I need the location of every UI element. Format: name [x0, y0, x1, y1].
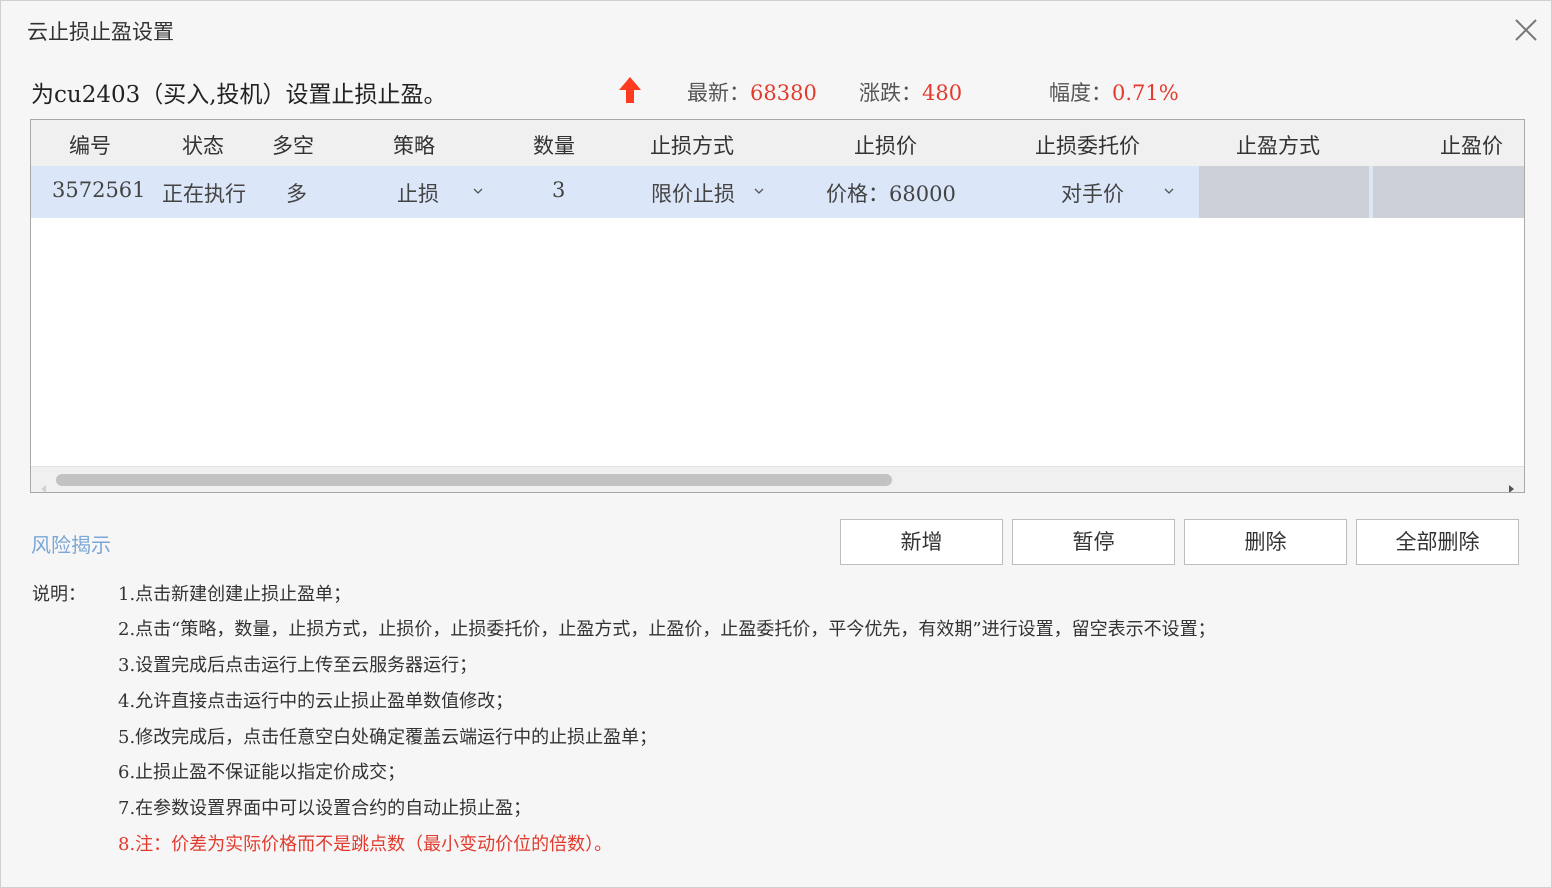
- column-header-direction[interactable]: 多空: [272, 130, 314, 160]
- latest-price: 最新：68380: [687, 77, 817, 107]
- cell-direction: 多: [286, 182, 307, 206]
- risk-disclosure-link[interactable]: 风险揭示: [31, 529, 111, 558]
- chevron-down-icon[interactable]: [1163, 186, 1175, 196]
- tp-price-cell[interactable]: [1373, 166, 1524, 218]
- price-change: 涨跌：480: [859, 77, 962, 107]
- column-header-status[interactable]: 状态: [182, 130, 224, 160]
- strategy-select[interactable]: 止损: [397, 178, 439, 208]
- stop-loss-dialog: 云止损止盈设置 为cu2403（买入,投机）设置止损止盈。 最新：68380 涨…: [0, 0, 1552, 888]
- dialog-title: 云止损止盈设置: [27, 20, 174, 44]
- scroll-right-icon[interactable]: [1508, 475, 1516, 492]
- note-item: 1.点击新建创建止损止盈单；: [118, 584, 352, 605]
- note-item: 5.修改完成后，点击任意空白处确定覆盖云端运行中的止损止盈单；: [118, 727, 658, 748]
- contract-description: 为cu2403（买入,投机）设置止损止盈。: [31, 82, 447, 108]
- delete-all-button[interactable]: 全部删除: [1356, 519, 1519, 565]
- table-row[interactable]: 3572561 正在执行 多 止损 3 限价止损 价格：68000 对手价: [31, 166, 1524, 218]
- price-range: 幅度：0.71%: [1049, 77, 1179, 107]
- scrollbar-thumb[interactable]: [56, 474, 892, 486]
- latest-value: 68380: [750, 81, 817, 105]
- range-label: 幅度：: [1049, 81, 1112, 105]
- note-item-warning: 8.注：价差为实际价格而不是跳点数（最小变动价位的倍数）。: [118, 834, 613, 855]
- delete-button[interactable]: 删除: [1184, 519, 1347, 565]
- horizontal-scrollbar[interactable]: [31, 466, 1524, 492]
- quantity-field[interactable]: 3: [552, 178, 565, 202]
- add-button[interactable]: 新增: [840, 519, 1003, 565]
- column-header-id[interactable]: 编号: [69, 130, 111, 160]
- sl-price-field[interactable]: 价格：68000: [826, 178, 956, 208]
- cell-id: 3572561: [52, 178, 146, 202]
- notes-label: 说明：: [32, 584, 86, 605]
- column-header-sl-price[interactable]: 止损价: [854, 130, 917, 160]
- sl-method-select[interactable]: 限价止损: [651, 178, 735, 208]
- note-item: 6.止损止盈不保证能以指定价成交；: [118, 762, 406, 783]
- chevron-down-icon[interactable]: [753, 186, 765, 196]
- up-arrow-icon: [617, 75, 643, 105]
- column-header-strategy[interactable]: 策略: [393, 130, 435, 160]
- orders-table: 编号 状态 多空 策略 数量 止损方式 止损价 止损委托价 止盈方式 止盈价 3…: [30, 119, 1525, 493]
- range-value: 0.71%: [1112, 81, 1179, 105]
- note-item: 3.设置完成后点击运行上传至云服务器运行；: [118, 655, 478, 676]
- column-header-tp-method[interactable]: 止盈方式: [1236, 130, 1320, 160]
- change-label: 涨跌：: [859, 81, 922, 105]
- column-header-quantity[interactable]: 数量: [533, 130, 575, 160]
- latest-label: 最新：: [687, 81, 750, 105]
- note-item: 7.在参数设置界面中可以设置合约的自动止损止盈；: [118, 798, 532, 819]
- column-header-tp-price[interactable]: 止盈价: [1440, 130, 1503, 160]
- scroll-left-icon[interactable]: [39, 475, 47, 492]
- close-icon[interactable]: [1513, 17, 1539, 43]
- chevron-down-icon[interactable]: [472, 186, 484, 196]
- tp-method-cell[interactable]: [1199, 166, 1369, 218]
- table-header: 编号 状态 多空 策略 数量 止损方式 止损价 止损委托价 止盈方式 止盈价: [31, 120, 1524, 166]
- column-header-sl-method[interactable]: 止损方式: [650, 130, 734, 160]
- cell-status: 正在执行: [162, 182, 246, 206]
- sl-order-price-select[interactable]: 对手价: [1061, 178, 1124, 208]
- note-item: 2.点击“策略，数量，止损方式，止损价，止损委托价，止盈方式，止盈价，止盈委托价…: [118, 619, 1216, 640]
- pause-button[interactable]: 暂停: [1012, 519, 1175, 565]
- note-item: 4.允许直接点击运行中的云止损止盈单数值修改；: [118, 691, 514, 712]
- change-value: 480: [922, 81, 963, 105]
- column-header-sl-order-price[interactable]: 止损委托价: [1035, 130, 1140, 160]
